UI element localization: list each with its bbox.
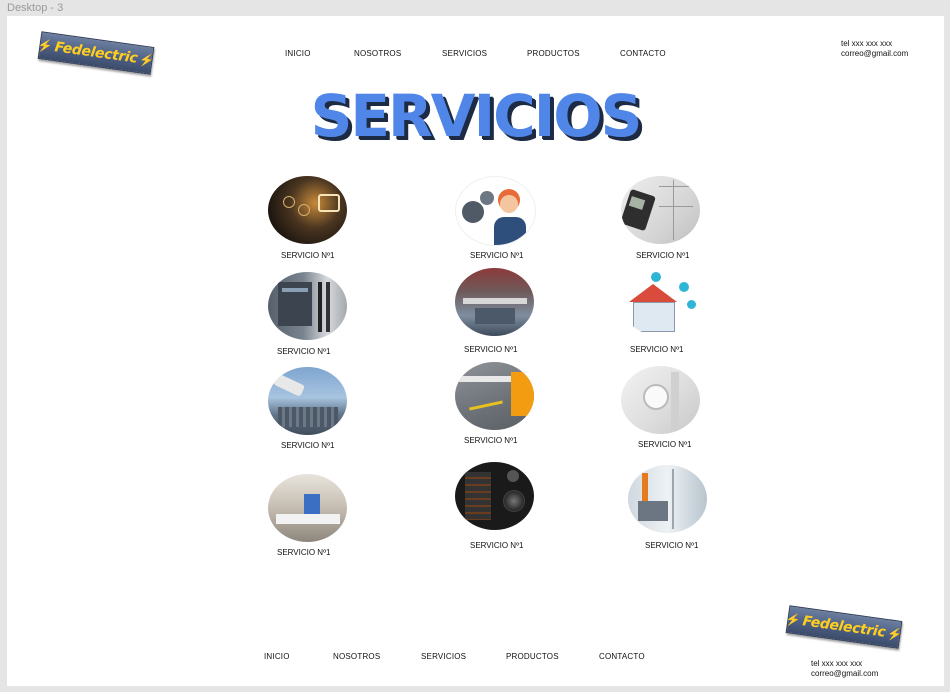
service-label: SERVICIO Nº1: [464, 436, 518, 445]
service-label: SERVICIO Nº1: [464, 345, 518, 354]
contact-email: correo@gmail.com: [841, 49, 909, 58]
nav-servicios[interactable]: SERVICIOS: [442, 49, 527, 58]
service-image-office: [268, 474, 347, 542]
service-card[interactable]: SERVICIO Nº1: [455, 362, 534, 445]
service-card[interactable]: SERVICIO Nº1: [621, 176, 700, 260]
logo[interactable]: ⚡ Fedelectric ⚡: [36, 31, 156, 75]
nav-contacto[interactable]: CONTACTO: [620, 49, 680, 58]
nav-productos[interactable]: PRODUCTOS: [527, 49, 620, 58]
service-label: SERVICIO Nº1: [281, 441, 335, 450]
service-card[interactable]: SERVICIO Nº1: [621, 366, 700, 449]
page-title: SERVICIOS: [310, 82, 643, 150]
service-image-support: [455, 176, 536, 246]
service-card[interactable]: SERVICIO Nº1: [455, 462, 534, 550]
bolt-icon: ⚡: [36, 37, 54, 54]
service-label: SERVICIO Nº1: [470, 251, 524, 260]
service-label: SERVICIO Nº1: [630, 345, 684, 354]
footer-contact-info: tel xxx xxx xxx correo@gmail.com: [811, 659, 878, 679]
footer-nav-productos[interactable]: PRODUCTOS: [506, 652, 599, 661]
nav-nosotros[interactable]: NOSOTROS: [354, 49, 442, 58]
footer-nav-inicio[interactable]: INICIO: [264, 652, 333, 661]
logo-text: Fedelectric: [801, 613, 887, 641]
service-card[interactable]: SERVICIO Nº1: [268, 474, 347, 557]
footer-logo[interactable]: ⚡ Fedelectric ⚡: [784, 605, 904, 649]
service-label: SERVICIO Nº1: [638, 440, 692, 449]
footer-nav-contacto[interactable]: CONTACTO: [599, 652, 659, 661]
footer-nav-nosotros[interactable]: NOSOTROS: [333, 652, 421, 661]
nav-inicio[interactable]: INICIO: [285, 49, 354, 58]
bolt-icon: ⚡: [784, 611, 802, 628]
service-image-smart-home: [621, 268, 700, 336]
service-image-plc: [268, 272, 347, 340]
service-card[interactable]: SERVICIO Nº1: [455, 268, 534, 354]
logo-text: Fedelectric: [53, 39, 139, 67]
contact-phone: tel xxx xxx xxx: [811, 659, 863, 668]
service-image-payment: [268, 176, 347, 244]
contact-email: correo@gmail.com: [811, 669, 879, 678]
service-card[interactable]: SERVICIO Nº1: [268, 367, 347, 450]
desktop-frame: ⚡ Fedelectric ⚡ INICIO NOSOTROS SERVICIO…: [7, 16, 944, 686]
footer-nav: INICIO NOSOTROS SERVICIOS PRODUCTOS CONT…: [264, 652, 659, 661]
service-image-smoke-detector: [621, 366, 700, 434]
bolt-icon: ⚡: [138, 52, 156, 69]
service-card[interactable]: SERVICIO Nº1: [268, 176, 347, 260]
service-label: SERVICIO Nº1: [470, 541, 524, 550]
service-label: SERVICIO Nº1: [645, 541, 699, 550]
service-image-speakers: [455, 462, 534, 530]
contact-phone: tel xxx xxx xxx: [841, 39, 893, 48]
service-image-multimeter: [621, 176, 700, 244]
service-label: SERVICIO Nº1: [277, 347, 331, 356]
main-nav: INICIO NOSOTROS SERVICIOS PRODUCTOS CONT…: [285, 49, 680, 58]
frame-label: Desktop - 3: [7, 2, 64, 14]
contact-info: tel xxx xxx xxx correo@gmail.com: [841, 39, 908, 59]
service-card[interactable]: SERVICIO Nº1: [268, 272, 347, 356]
service-image-factory: [455, 268, 534, 336]
service-label: SERVICIO Nº1: [277, 548, 331, 557]
service-image-cctv: [268, 367, 347, 435]
bolt-icon: ⚡: [886, 626, 904, 643]
service-label: SERVICIO Nº1: [281, 251, 335, 260]
service-image-barrier: [455, 362, 534, 430]
service-card[interactable]: SERVICIO Nº1: [628, 465, 707, 550]
service-card[interactable]: SERVICIO Nº1: [621, 268, 700, 354]
service-card[interactable]: SERVICIO Nº1: [455, 176, 536, 260]
service-label: SERVICIO Nº1: [636, 251, 690, 260]
footer-nav-servicios[interactable]: SERVICIOS: [421, 652, 506, 661]
service-image-workspace: [628, 465, 707, 533]
